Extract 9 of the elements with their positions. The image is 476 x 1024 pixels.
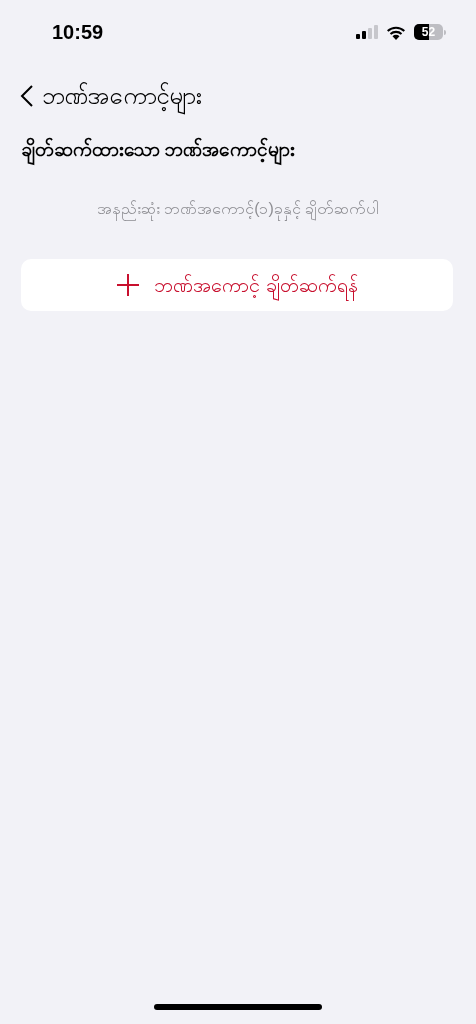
signal-icon: [356, 25, 378, 39]
section-title: ချိတ်ဆက်ထားသော ဘဏ်အကောင့်များ: [21, 136, 476, 165]
chevron-left-icon: [20, 84, 34, 108]
wifi-icon: [386, 24, 406, 40]
status-time: 10:59: [52, 20, 104, 45]
back-button[interactable]: ဘဏ်အကောင့်များ: [20, 76, 202, 116]
add-bank-account-button[interactable]: ဘဏ်အကောင့် ချိတ်ဆက်ရန်: [21, 258, 453, 311]
empty-message: အနည်းဆုံး ဘဏ်အကောင့်(၁)ခုနှင့် ချိတ်ဆက်ပါ: [0, 196, 476, 221]
plus-icon: [116, 272, 141, 297]
